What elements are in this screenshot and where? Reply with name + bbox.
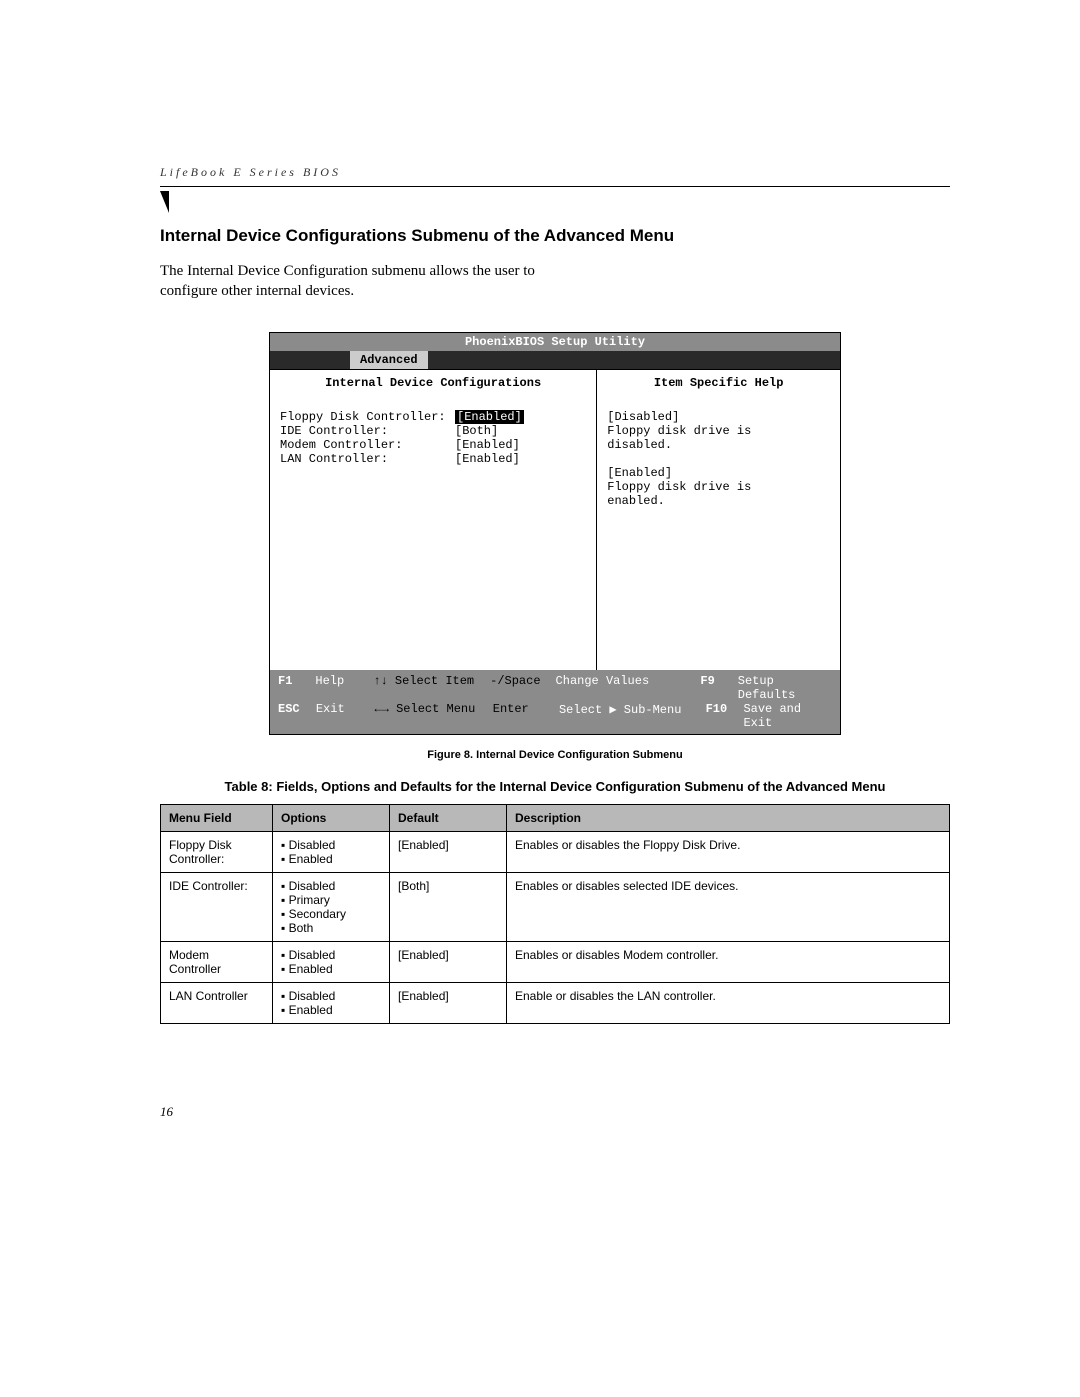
table-row: LAN ControllerDisabledEnabled[Enabled]En… bbox=[161, 982, 950, 1023]
bios-row-label: LAN Controller: bbox=[280, 452, 455, 466]
bios-left-pane: Internal Device Configurations Floppy Di… bbox=[270, 370, 597, 670]
bios-title: PhoenixBIOS Setup Utility bbox=[270, 333, 840, 351]
cell-menu-field: Modem Controller bbox=[161, 941, 273, 982]
cell-options: DisabledEnabled bbox=[273, 982, 390, 1023]
bios-row-label: IDE Controller: bbox=[280, 424, 455, 438]
bios-help-line: [Enabled] bbox=[607, 466, 830, 480]
bios-help-line bbox=[607, 452, 830, 466]
bios-row-label: Modem Controller: bbox=[280, 438, 455, 452]
figure-caption: Figure 8. Internal Device Configuration … bbox=[160, 749, 950, 761]
bios-footer: F1 Help ↑↓ Select Item -/Space Change Va… bbox=[270, 670, 840, 734]
bios-help-line: Floppy disk drive is bbox=[607, 480, 830, 494]
running-header: LifeBook E Series BIOS bbox=[160, 165, 950, 180]
bios-key-space: -/Space bbox=[490, 674, 555, 702]
cell-description: Enable or disables the LAN controller. bbox=[507, 982, 950, 1023]
bios-action-help: Help bbox=[315, 674, 373, 702]
bios-help-line: disabled. bbox=[607, 438, 830, 452]
bios-config-row[interactable]: Floppy Disk Controller:[Enabled] bbox=[280, 410, 586, 424]
bios-key-select-item: ↑↓ Select Item bbox=[373, 674, 490, 702]
bios-row-value[interactable]: [Enabled] bbox=[455, 452, 520, 466]
cell-default: [Enabled] bbox=[390, 982, 507, 1023]
bios-tabrow: Advanced bbox=[270, 351, 840, 369]
bios-row-label: Floppy Disk Controller: bbox=[280, 410, 455, 424]
table-row: Modem ControllerDisabledEnabled[Enabled]… bbox=[161, 941, 950, 982]
option-item: Both bbox=[281, 921, 381, 935]
header-rule bbox=[160, 186, 950, 187]
bios-help-line: enabled. bbox=[607, 494, 830, 508]
option-item: Disabled bbox=[281, 879, 381, 893]
option-item: Disabled bbox=[281, 948, 381, 962]
bios-action-save: Save and Exit bbox=[743, 702, 832, 730]
bios-config-row[interactable]: LAN Controller:[Enabled] bbox=[280, 452, 586, 466]
section-title: Internal Device Configurations Submenu o… bbox=[160, 226, 950, 246]
bios-action-submenu: Select ▶ Sub-Menu bbox=[559, 702, 706, 730]
cell-menu-field: LAN Controller bbox=[161, 982, 273, 1023]
option-item: Enabled bbox=[281, 1003, 381, 1017]
options-table: Menu FieldOptionsDefaultDescription Flop… bbox=[160, 804, 950, 1024]
table-header: Menu Field bbox=[161, 804, 273, 831]
option-item: Enabled bbox=[281, 852, 381, 866]
bios-key-select-menu: ←→ Select Menu bbox=[375, 702, 493, 730]
cell-description: Enables or disables the Floppy Disk Driv… bbox=[507, 831, 950, 872]
option-item: Enabled bbox=[281, 962, 381, 976]
cell-default: [Enabled] bbox=[390, 831, 507, 872]
option-item: Disabled bbox=[281, 838, 381, 852]
intro-text: The Internal Device Configuration submen… bbox=[160, 261, 580, 302]
table-header: Options bbox=[273, 804, 390, 831]
option-item: Secondary bbox=[281, 907, 381, 921]
table-header: Default bbox=[390, 804, 507, 831]
option-item: Disabled bbox=[281, 989, 381, 1003]
bios-help-line: [Disabled] bbox=[607, 410, 830, 424]
cell-options: DisabledPrimarySecondaryBoth bbox=[273, 872, 390, 941]
bios-config-row[interactable]: Modem Controller:[Enabled] bbox=[280, 438, 586, 452]
cell-default: [Both] bbox=[390, 872, 507, 941]
bios-action-exit: Exit bbox=[316, 702, 375, 730]
bios-key-esc: ESC bbox=[278, 702, 316, 730]
table-row: Floppy Disk Controller:DisabledEnabled[E… bbox=[161, 831, 950, 872]
cell-options: DisabledEnabled bbox=[273, 941, 390, 982]
bios-key-f1: F1 bbox=[278, 674, 315, 702]
cell-options: DisabledEnabled bbox=[273, 831, 390, 872]
bios-key-f10: F10 bbox=[706, 702, 744, 730]
cell-menu-field: Floppy Disk Controller: bbox=[161, 831, 273, 872]
page-number: 16 bbox=[160, 1104, 950, 1120]
bios-action-change: Change Values bbox=[556, 674, 701, 702]
bios-row-value[interactable]: [Enabled] bbox=[455, 438, 520, 452]
table-row: IDE Controller:DisabledPrimarySecondaryB… bbox=[161, 872, 950, 941]
table-caption: Table 8: Fields, Options and Defaults fo… bbox=[160, 779, 950, 794]
bios-key-f9: F9 bbox=[700, 674, 737, 702]
bios-row-value[interactable]: [Both] bbox=[455, 424, 498, 438]
bios-screenshot: PhoenixBIOS Setup Utility Advanced Inter… bbox=[269, 332, 841, 735]
bios-row-value[interactable]: [Enabled] bbox=[455, 410, 524, 424]
bios-action-defaults: Setup Defaults bbox=[738, 674, 832, 702]
bios-right-subtitle: Item Specific Help bbox=[607, 376, 830, 410]
cell-description: Enables or disables selected IDE devices… bbox=[507, 872, 950, 941]
cell-default: [Enabled] bbox=[390, 941, 507, 982]
bios-config-row[interactable]: IDE Controller:[Both] bbox=[280, 424, 586, 438]
bios-tab-advanced[interactable]: Advanced bbox=[350, 351, 428, 369]
table-header: Description bbox=[507, 804, 950, 831]
option-item: Primary bbox=[281, 893, 381, 907]
bios-left-subtitle: Internal Device Configurations bbox=[280, 376, 586, 410]
cell-menu-field: IDE Controller: bbox=[161, 872, 273, 941]
bios-help-pane: Item Specific Help [Disabled]Floppy disk… bbox=[597, 370, 840, 670]
bios-help-line: Floppy disk drive is bbox=[607, 424, 830, 438]
section-marker-icon bbox=[160, 191, 169, 213]
bios-key-enter: Enter bbox=[493, 702, 559, 730]
cell-description: Enables or disables Modem controller. bbox=[507, 941, 950, 982]
